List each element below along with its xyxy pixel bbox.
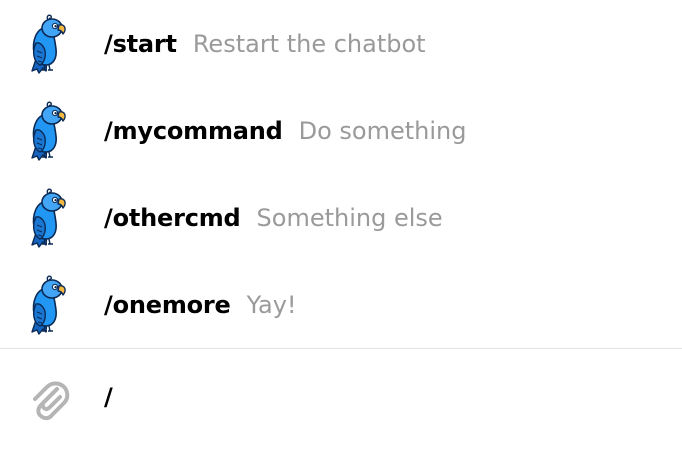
command-description: Yay! <box>246 290 297 319</box>
command-name: /mycommand <box>104 116 283 145</box>
command-item-othercmd[interactable]: /othercmd Something else <box>0 174 682 261</box>
command-name: /start <box>104 29 177 58</box>
command-suggestion-list: /start Restart the chatbot /mycommand Do… <box>0 0 682 348</box>
command-description: Do something <box>298 116 467 145</box>
command-item-start[interactable]: /start Restart the chatbot <box>0 0 682 87</box>
command-name: /othercmd <box>104 203 241 232</box>
blue-parrot-icon <box>24 187 72 249</box>
command-description: Restart the chatbot <box>192 29 426 58</box>
blue-parrot-icon <box>24 274 72 336</box>
command-item-mycommand[interactable]: /mycommand Do something <box>0 87 682 174</box>
command-text: /othercmd Something else <box>104 204 443 232</box>
blue-parrot-icon <box>24 13 72 75</box>
command-name: /onemore <box>104 290 231 319</box>
command-text: /start Restart the chatbot <box>104 30 426 58</box>
command-text: /onemore Yay! <box>104 291 297 319</box>
command-text: /mycommand Do something <box>104 117 466 145</box>
command-description: Something else <box>256 203 443 232</box>
blue-parrot-icon <box>24 100 72 162</box>
message-composer <box>0 349 682 452</box>
message-input[interactable] <box>104 379 644 415</box>
command-item-onemore[interactable]: /onemore Yay! <box>0 261 682 348</box>
paperclip-icon[interactable] <box>24 375 74 425</box>
